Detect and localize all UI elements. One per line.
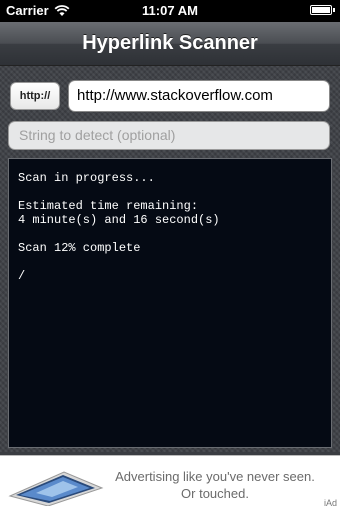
ad-text: Advertising like you've never seen. Or t… [104,468,326,502]
console-line: Scan in progress... [18,171,155,185]
url-input[interactable]: http://www.stackoverflow.com [68,80,330,112]
ad-headline: Advertising like you've never seen. [115,469,315,484]
main-content: http:// http://www.stackoverflow.com Str… [0,66,340,452]
detect-string-input[interactable]: String to detect (optional) [8,121,330,150]
battery-fill [312,7,330,13]
console-line: 4 minute(s) and 16 second(s) [18,213,220,227]
status-time: 11:07 AM [142,3,198,18]
page-title: Hyperlink Scanner [82,32,258,54]
ipad-icon [8,471,104,506]
navigation-bar: Hyperlink Scanner [0,22,340,66]
ad-banner[interactable]: Advertising like you've never seen. Or t… [0,455,340,510]
protocol-button[interactable]: http:// [10,82,60,110]
ad-subline: Or touched. [181,486,249,501]
scan-console: Scan in progress... Estimated time remai… [8,158,332,448]
console-line: / [18,269,26,283]
iad-tag: iAd [323,498,337,508]
console-line: Scan 12% complete [18,241,141,255]
status-bar: Carrier 11:07 AM [0,0,340,22]
console-line: Estimated time remaining: [18,199,199,213]
battery-icon [310,5,335,15]
